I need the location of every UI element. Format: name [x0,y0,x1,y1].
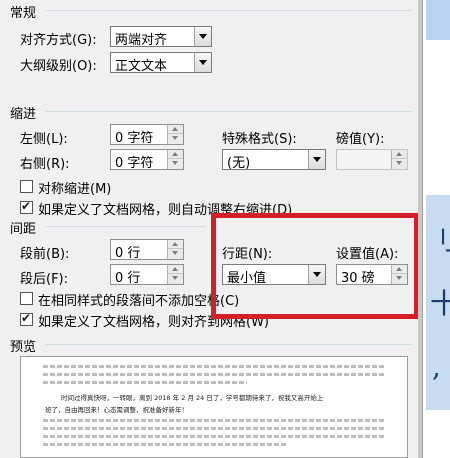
alignment-value: 两端对齐 [115,33,168,48]
preview-placeholder-line [43,419,385,422]
spacing-before-spinner[interactable]: 0 行 [110,239,184,261]
snap-to-grid-checkbox[interactable] [20,311,33,326]
paragraph-preview: 时间过得真快呀，一转眼，离到 2018 年 2 月 24 日了，学号都期待来了，… [20,356,408,458]
background-document-area [426,0,450,40]
outline-level-label: 大纲级别(O): [20,59,97,74]
special-indent-dropdown[interactable]: (无) [222,149,326,171]
mirror-indent-checkbox[interactable] [20,180,33,193]
chevron-down-icon[interactable] [308,150,325,169]
right-indent-spinner[interactable]: 0 字符 [110,149,184,171]
spacing-before-value: 0 行 [115,246,141,261]
spin-down-icon[interactable] [168,159,183,168]
spin-up-icon[interactable] [168,125,183,134]
section-divider [46,344,412,345]
no-space-same-style-label: 在相同样式的段落间不添加空格(C) [38,294,240,309]
chevron-down-icon[interactable] [194,53,211,72]
left-indent-label: 左侧(L): [20,132,68,147]
section-title-indent: 缩进 [10,107,37,122]
auto-adjust-right-indent-checkbox[interactable] [20,199,33,214]
special-indent-value: (无) [227,156,251,171]
preview-placeholder-line [43,381,247,384]
preview-text-line: 班了，自由再回来！心态需调整，祝准备好新年！ [45,406,188,414]
preview-placeholder-line [43,365,385,368]
spacing-after-spinner[interactable]: 0 行 [110,264,184,286]
preview-placeholder-line [43,427,385,430]
background-glyph: 十 [430,287,450,320]
section-title-general: 常规 [10,6,37,21]
section-divider [46,111,412,112]
right-indent-value: 0 字符 [115,156,154,171]
dialog-border [418,0,423,458]
section-divider [46,10,412,11]
spin-down-icon[interactable] [392,159,407,168]
spacing-after-value: 0 行 [115,271,141,286]
preview-placeholder-line [43,373,385,376]
alignment-label: 对齐方式(G): [20,33,97,48]
preview-text-line: 时间过得真快呀，一转眼，离到 2018 年 2 月 24 日了，学号都期待来了，… [61,394,324,402]
spin-up-icon[interactable] [392,150,407,159]
background-glyph: , [432,350,441,383]
section-title-spacing: 间距 [10,222,37,237]
left-indent-spinner[interactable]: 0 字符 [110,124,184,146]
spin-down-icon[interactable] [168,134,183,143]
preview-placeholder-line [43,443,287,446]
outline-level-value: 正文文本 [115,59,168,74]
section-divider [46,226,206,227]
no-space-same-style-checkbox[interactable] [20,292,33,305]
outline-level-dropdown[interactable]: 正文文本 [110,52,212,74]
special-indent-label: 特殊格式(S): [222,132,297,147]
section-title-preview: 预览 [10,340,37,355]
spin-up-icon[interactable] [168,265,183,274]
spin-down-icon[interactable] [168,274,183,283]
right-indent-label: 右侧(R): [20,157,70,172]
spin-up-icon[interactable] [168,240,183,249]
spin-up-icon[interactable] [168,150,183,159]
preview-placeholder-line [43,435,385,438]
highlight-box [211,213,419,319]
alignment-dropdown[interactable]: 两端对齐 [110,26,212,48]
mirror-indent-label: 对称缩进(M) [38,182,112,197]
left-indent-value: 0 字符 [115,131,154,146]
indent-by-spinner[interactable] [336,149,408,170]
indent-by-label: 磅值(Y): [336,132,385,147]
spacing-before-label: 段前(B): [20,247,70,262]
spacing-after-label: 段后(F): [20,272,69,287]
chevron-down-icon[interactable] [194,27,211,46]
background-glyph: 刂 [428,223,450,256]
spin-down-icon[interactable] [168,249,183,258]
